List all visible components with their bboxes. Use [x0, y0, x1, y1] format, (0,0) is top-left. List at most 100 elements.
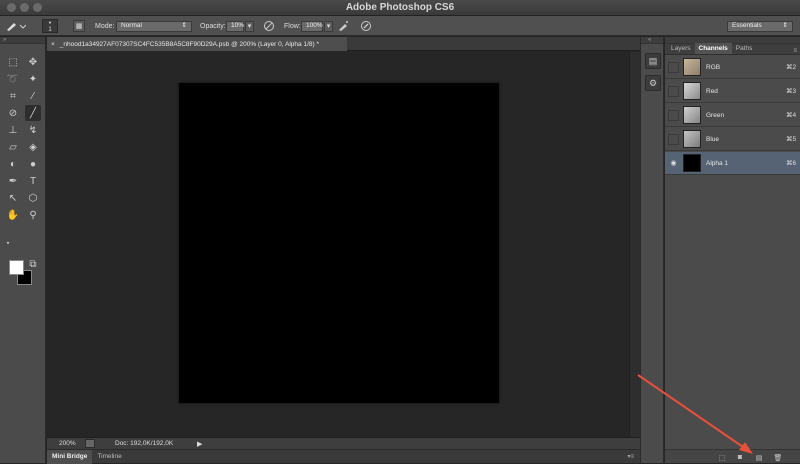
window-titlebar: Adobe Photoshop CS6: [0, 0, 800, 16]
tab-paths[interactable]: Paths: [732, 43, 757, 54]
pressure-size-icon[interactable]: [360, 20, 372, 32]
image-canvas[interactable]: [179, 83, 499, 403]
properties-panel-icon[interactable]: ⚙: [645, 75, 661, 91]
clone-stamp-tool-icon[interactable]: ⊥: [5, 122, 21, 138]
delete-channel-icon[interactable]: 🗑: [773, 453, 783, 462]
options-bar: • 1 ▦ Mode: Normal ⇕ Opacity: 10% ▾ Flow: 1…: [0, 16, 800, 36]
channel-shortcut: ⌘3: [786, 88, 797, 95]
history-panel-icon[interactable]: ▤: [645, 53, 661, 69]
crop-tool-icon[interactable]: ⌗: [5, 88, 21, 104]
visibility-toggle[interactable]: [668, 85, 679, 97]
channel-row-red[interactable]: Red ⌘3: [665, 80, 800, 103]
mode-value: Normal: [121, 22, 142, 29]
save-selection-icon[interactable]: ◙: [735, 453, 745, 462]
brush-panel-icon: ▦: [73, 20, 85, 32]
visibility-toggle[interactable]: [668, 133, 679, 145]
status-bar: 200% Doc: 192,0K/192,0K ▶: [47, 437, 640, 449]
close-icon[interactable]: ×: [51, 41, 55, 48]
chevron-down-icon: ⇕: [181, 22, 187, 29]
opacity-value: 10%: [231, 22, 245, 29]
tools-panel-grip[interactable]: »: [0, 37, 45, 44]
panel-menu-icon[interactable]: ▾≡: [627, 453, 634, 460]
vertical-scrollbar[interactable]: [629, 52, 640, 437]
channels-panel-group: Layers Channels Paths ≡ RGB ⌘2 Red ⌘3 Gr…: [665, 37, 800, 463]
shape-tool-icon[interactable]: ⬡: [25, 190, 41, 206]
type-tool-icon[interactable]: T: [25, 173, 41, 189]
lasso-tool-icon[interactable]: ➰: [5, 71, 21, 87]
channel-row-blue[interactable]: Blue ⌘5: [665, 128, 800, 151]
document-window: × _nhood1a34927AF07307SC4FC535B8A5C8F90D…: [47, 37, 640, 437]
paint-bucket-tool-icon[interactable]: ◈: [25, 139, 41, 155]
airbrush-icon[interactable]: [337, 20, 349, 32]
channel-thumbnail: [683, 154, 701, 172]
channel-name: Alpha 1: [706, 159, 729, 167]
channel-row-green[interactable]: Green ⌘4: [665, 104, 800, 127]
channel-name: Red: [706, 87, 718, 95]
healing-brush-tool-icon[interactable]: ⊘: [5, 105, 21, 121]
foreground-color-swatch[interactable]: [9, 260, 24, 275]
load-selection-icon[interactable]: ⬚: [717, 453, 727, 462]
brush-size-picker[interactable]: • 1: [42, 19, 58, 33]
magic-wand-tool-icon[interactable]: ✦: [25, 71, 41, 87]
tab-layers[interactable]: Layers: [667, 43, 695, 54]
pen-tool-icon[interactable]: ✒: [5, 173, 21, 189]
marquee-tool-icon[interactable]: ⬚: [5, 54, 21, 70]
flow-label: Flow:: [284, 22, 301, 30]
move-tool-icon[interactable]: ✥: [25, 54, 41, 70]
visibility-toggle[interactable]: [668, 61, 679, 73]
status-info-icon[interactable]: [85, 439, 95, 448]
chevron-down-icon: ⇕: [782, 22, 788, 29]
panel-menu-icon[interactable]: ≡: [793, 48, 797, 54]
visibility-toggle[interactable]: [668, 109, 679, 121]
channel-shortcut: ⌘2: [786, 64, 797, 71]
pressure-opacity-icon[interactable]: [263, 20, 275, 32]
history-brush-tool-icon[interactable]: ↯: [25, 122, 41, 138]
mode-label: Mode:: [95, 22, 115, 30]
tools-panel: » ⬚ ✥ ➰ ✦ ⌗ ⁄ ⊘ ╱ ⊥ ↯ ▱ ◈ ◐ ● ✒ T ↖ ⬡ ✋ …: [0, 37, 46, 463]
new-channel-icon[interactable]: ▤: [754, 453, 764, 462]
channel-shortcut: ⌘5: [786, 136, 797, 143]
dock-grip[interactable]: «: [641, 37, 663, 44]
workspace-value: Essentials: [732, 22, 762, 29]
tab-timeline[interactable]: Timeline: [92, 450, 126, 464]
blur-tool-icon[interactable]: ◐: [5, 156, 21, 172]
path-selection-tool-icon[interactable]: ↖: [5, 190, 21, 206]
channel-thumbnail: [683, 82, 701, 100]
hand-tool-icon[interactable]: ✋: [5, 207, 21, 223]
flow-value: 100%: [306, 22, 323, 29]
channel-row-rgb[interactable]: RGB ⌘2: [665, 56, 800, 79]
eyedropper-tool-icon[interactable]: ⁄: [25, 88, 41, 104]
app-title: Adobe Photoshop CS6: [345, 2, 455, 13]
tab-mini-bridge[interactable]: Mini Bridge: [47, 449, 93, 464]
opacity-field[interactable]: 10%: [226, 20, 245, 32]
channel-shortcut: ⌘4: [786, 112, 797, 119]
screen-mode-icon[interactable]: ⧉: [25, 256, 41, 272]
channel-shortcut: ⌘6: [786, 160, 797, 167]
workspace-switcher[interactable]: Essentials ⇕: [727, 20, 793, 32]
flow-field[interactable]: 100%: [301, 20, 323, 32]
channel-row-alpha-1[interactable]: ◉ Alpha 1 ⌘6: [665, 152, 800, 175]
tool-preset-picker[interactable]: [4, 19, 26, 33]
tab-channels[interactable]: Channels: [694, 43, 732, 54]
default-colors-icon[interactable]: ▪: [3, 238, 13, 248]
status-menu-arrow-icon[interactable]: ▶: [197, 440, 202, 448]
channel-name: RGB: [706, 63, 721, 71]
document-tab-bar: × _nhood1a34927AF07307SC4FC535B8A5C8F90D…: [47, 37, 640, 51]
channel-name: Green: [706, 111, 725, 119]
eraser-tool-icon[interactable]: ▱: [5, 139, 21, 155]
dodge-tool-icon[interactable]: ●: [25, 156, 41, 172]
brush-panel-toggle[interactable]: ▦: [73, 19, 85, 33]
document-tab-title: _nhood1a34927AF07307SC4FC535B8A5C8F90D29…: [59, 40, 319, 48]
brush-icon: [7, 23, 26, 31]
document-tab[interactable]: × _nhood1a34927AF07307SC4FC535B8A5C8F90D…: [47, 37, 347, 51]
opacity-dropdown-button[interactable]: ▾: [245, 20, 254, 32]
brush-tool-icon[interactable]: ╱: [25, 105, 41, 121]
channel-thumbnail: [683, 106, 701, 124]
mode-select[interactable]: Normal ⇕: [116, 20, 192, 32]
eye-icon[interactable]: ◉: [668, 157, 679, 169]
collapsed-panel-dock: « ▤ ⚙: [640, 37, 664, 463]
zoom-level[interactable]: 200%: [59, 440, 85, 447]
flow-dropdown-button[interactable]: ▾: [324, 20, 333, 32]
channel-thumbnail: [683, 58, 701, 76]
zoom-tool-icon[interactable]: ⚲: [25, 207, 41, 223]
